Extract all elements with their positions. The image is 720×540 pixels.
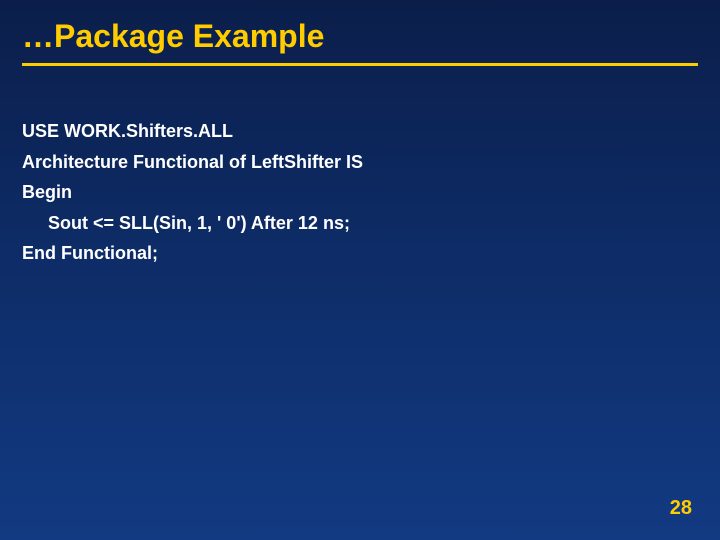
code-line-architecture: Architecture Functional of LeftShifter I… (22, 147, 720, 178)
code-line-use: USE WORK.Shifters.ALL (22, 116, 720, 147)
code-line-begin: Begin (22, 177, 720, 208)
slide-body: USE WORK.Shifters.ALL Architecture Funct… (0, 66, 720, 269)
slide: …Package Example USE WORK.Shifters.ALL A… (0, 0, 720, 540)
code-line-end: End Functional; (22, 238, 720, 269)
slide-title: …Package Example (0, 0, 720, 63)
code-line-sout: Sout <= SLL(Sin, 1, ' 0') After 12 ns; (22, 208, 720, 239)
page-number: 28 (670, 497, 692, 520)
